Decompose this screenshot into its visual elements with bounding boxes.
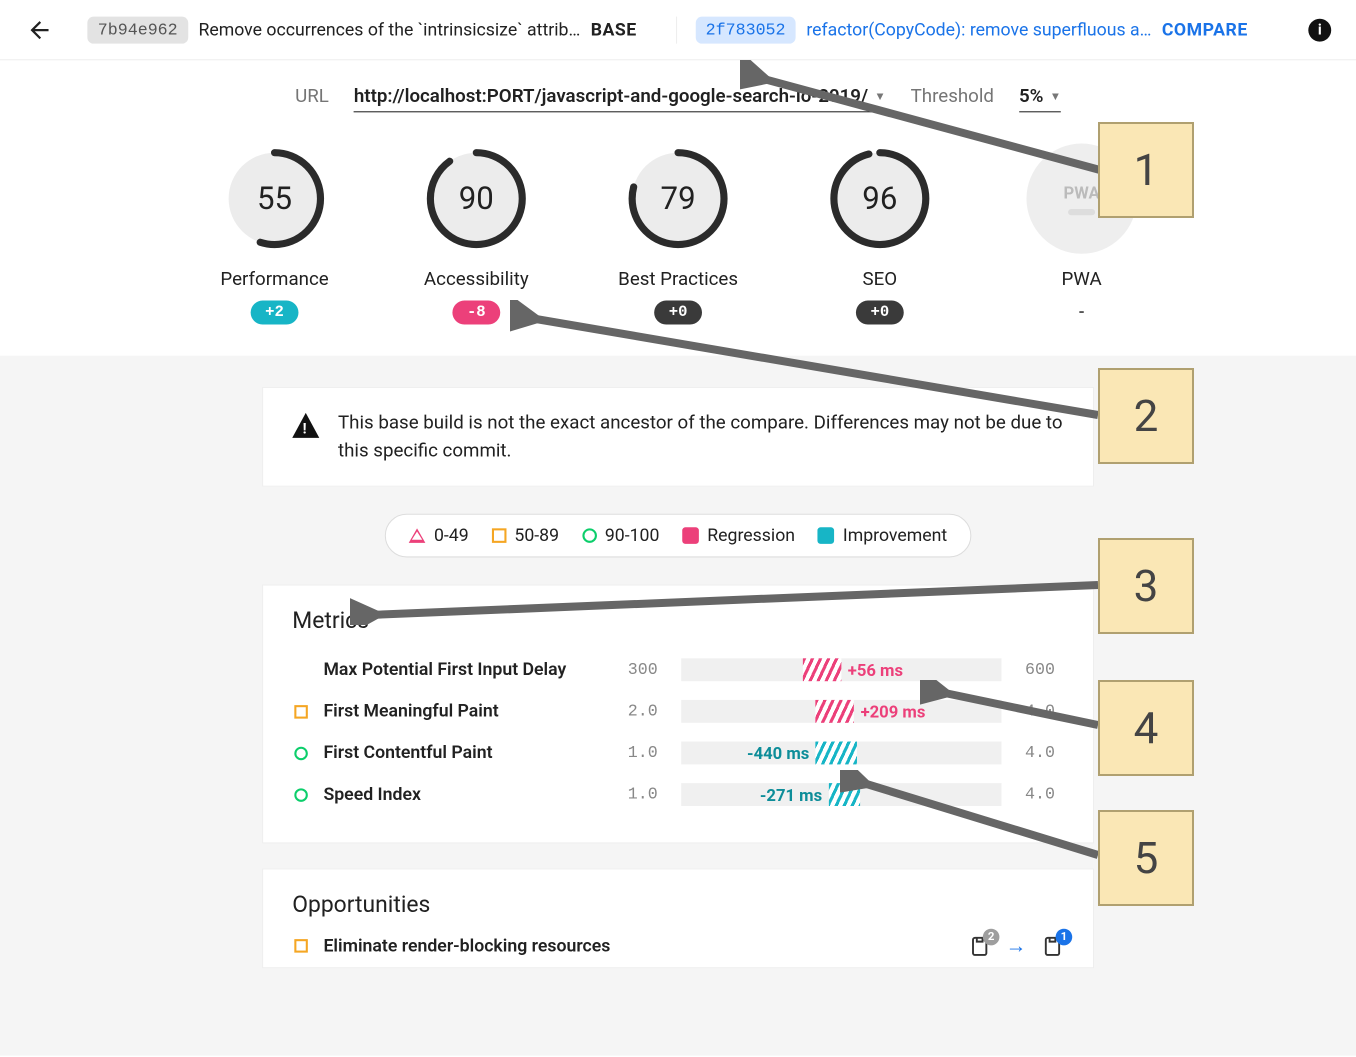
- annotation-5: 5: [1098, 810, 1194, 906]
- range-pass-icon: [294, 746, 308, 760]
- clipboard-base-icon: 2: [968, 934, 991, 957]
- base-commit-message: Remove occurrences of the `intrinsicsize…: [198, 19, 580, 40]
- back-button[interactable]: [25, 15, 54, 44]
- compare-tag: COMPARE: [1162, 19, 1248, 40]
- annotation-arrow-1: [740, 60, 1110, 190]
- range-fail-icon: [292, 662, 309, 677]
- range-pass-icon: [582, 528, 597, 543]
- opportunities-card: Opportunities Eliminate render-blocking …: [262, 868, 1094, 968]
- warning-icon: [292, 413, 319, 438]
- annotation-1: 1: [1098, 122, 1194, 218]
- arrow-left-icon: [26, 16, 53, 43]
- info-button[interactable]: i: [1308, 18, 1331, 41]
- metric-diff-bar: -440 ms: [681, 742, 1001, 765]
- compare-commit[interactable]: 2f783052 refactor(CopyCode): remove supe…: [675, 16, 1283, 43]
- compare-hash: 2f783052: [695, 16, 796, 43]
- delta-badge: -8: [452, 301, 500, 325]
- url-label: URL: [295, 85, 329, 107]
- gauge-accessibility[interactable]: 90 Accessibility -8: [409, 144, 544, 325]
- improvement-swatch-icon: [818, 527, 835, 544]
- annotation-2: 2: [1098, 368, 1194, 464]
- base-commit[interactable]: 7b94e962 Remove occurrences of the `intr…: [87, 16, 675, 43]
- range-average-icon: [492, 528, 507, 543]
- annotation-arrow-4: [920, 680, 1110, 740]
- range-fail-icon: [409, 528, 426, 543]
- info-icon: i: [1318, 21, 1322, 38]
- filter-controls: URL http://localhost:PORT/javascript-and…: [0, 85, 1356, 112]
- regression-swatch-icon: [682, 527, 699, 544]
- range-average-icon: [294, 705, 308, 719]
- gauge-best-practices[interactable]: 79 Best Practices +0: [610, 144, 745, 325]
- annotation-4: 4: [1098, 680, 1194, 776]
- annotation-arrow-3: [350, 575, 1110, 625]
- annotation-3: 3: [1098, 538, 1194, 634]
- metric-diff-bar: +56 ms: [681, 658, 1001, 681]
- gauge-performance[interactable]: 55 Performance +2: [207, 144, 342, 325]
- annotation-arrow-2: [510, 300, 1110, 430]
- base-hash: 7b94e962: [87, 16, 188, 43]
- opportunities-title: Opportunities: [292, 892, 1064, 918]
- compare-header: 7b94e962 Remove occurrences of the `intr…: [0, 0, 1356, 60]
- annotation-arrow-5: [840, 770, 1110, 870]
- arrow-right-icon: →: [1006, 933, 1027, 959]
- compare-commit-message: refactor(CopyCode): remove superfluous a…: [806, 19, 1151, 40]
- base-tag: BASE: [591, 19, 637, 40]
- range-pass-icon: [294, 788, 308, 802]
- clipboard-compare-icon: 1: [1041, 934, 1064, 957]
- opportunity-row[interactable]: Eliminate render-blocking resources 2 → …: [292, 933, 1064, 959]
- range-average-icon: [294, 939, 308, 953]
- delta-badge: +2: [251, 301, 299, 325]
- score-legend: 0-49 50-89 90-100 Regression Improvement: [385, 514, 971, 558]
